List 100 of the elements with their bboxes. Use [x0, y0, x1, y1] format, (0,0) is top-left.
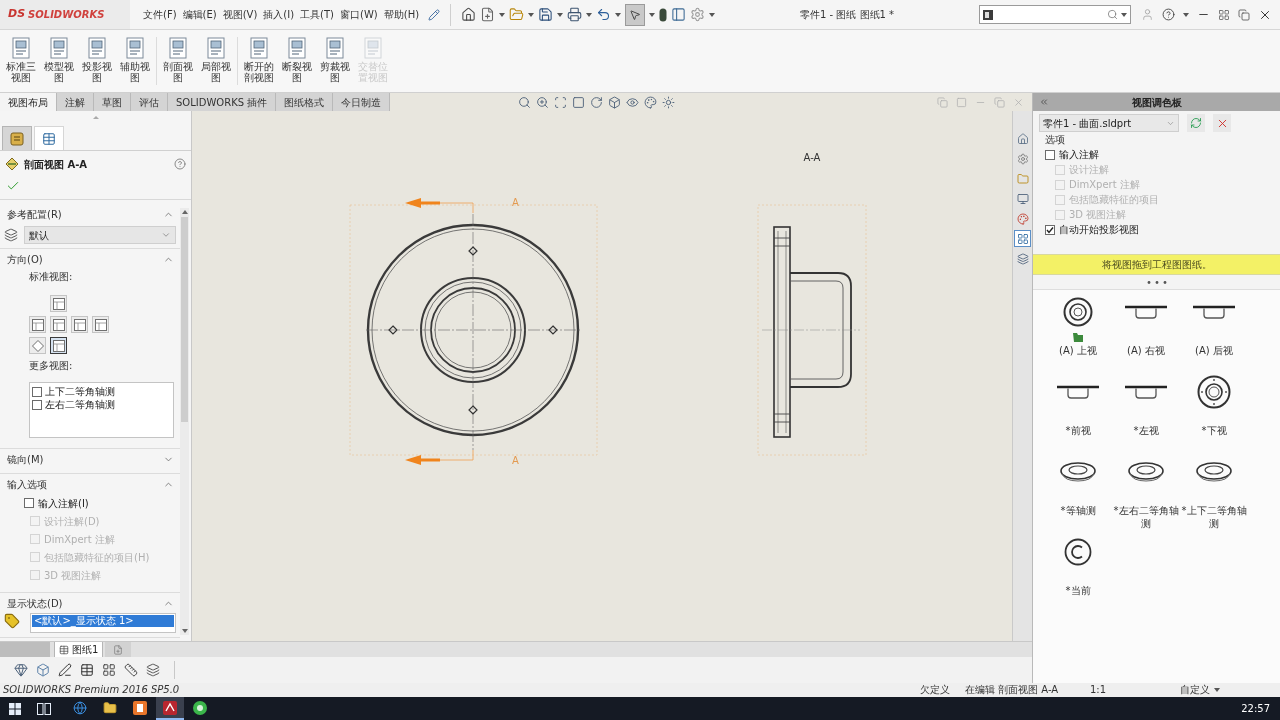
open-ring-thumbnail[interactable]	[1064, 538, 1092, 566]
task-pane-tab[interactable]	[1014, 210, 1031, 227]
menu-item[interactable]: 帮助(H)	[380, 7, 423, 22]
ribbon-tab[interactable]: 视图布局	[0, 93, 57, 111]
ruler-icon[interactable]	[124, 663, 138, 677]
scrollbar[interactable]	[180, 208, 189, 635]
ribbon-button[interactable]: 剪裁视图	[316, 37, 354, 83]
panel-tab[interactable]	[34, 126, 64, 150]
pencil-icon[interactable]	[428, 8, 441, 21]
save-icon[interactable]	[538, 7, 554, 22]
list-item[interactable]: <默认>_显示状态 1>	[32, 615, 174, 627]
restore-icon[interactable]	[1238, 8, 1250, 21]
ribbon-button[interactable]: 局部视图	[197, 37, 235, 83]
caret-icon[interactable]	[1214, 688, 1220, 692]
scrollbar-thumb[interactable]	[181, 217, 188, 422]
gem-icon[interactable]	[14, 663, 28, 677]
flange-side-thumbnail[interactable]	[1057, 385, 1099, 399]
front-view-drawing[interactable]	[365, 213, 581, 451]
close-button[interactable]	[1213, 114, 1231, 132]
caret-icon[interactable]	[557, 12, 564, 17]
flange-iso-thumbnail[interactable]	[1196, 462, 1232, 482]
grid-icon	[1016, 232, 1029, 245]
caret-icon[interactable]	[586, 12, 593, 17]
caret-icon[interactable]	[649, 12, 656, 17]
checkbox[interactable]	[24, 498, 34, 508]
caret-icon[interactable]	[1121, 12, 1127, 17]
search-field[interactable]	[979, 5, 1131, 24]
sheet-tab[interactable]: 图纸1	[54, 642, 104, 657]
scroll-up-icon[interactable]	[181, 210, 188, 214]
units-dropdown[interactable]: 自定义	[1180, 684, 1280, 696]
caret-icon[interactable]	[1183, 12, 1189, 17]
document-tile-icon	[133, 700, 147, 715]
document-dropdown[interactable]: 零件1 - 曲面.sldprt	[1039, 114, 1179, 132]
pointer-icon[interactable]	[629, 8, 642, 21]
caret-icon[interactable]	[709, 12, 716, 17]
menu-item[interactable]: 视图(V)	[219, 7, 261, 22]
caret-icon[interactable]	[615, 12, 622, 17]
new-file-icon[interactable]	[480, 7, 496, 22]
grip-icon[interactable]	[1146, 280, 1167, 284]
checkbox[interactable]	[1045, 149, 1055, 160]
logo-tile[interactable]: DS SOLIDWORKS	[0, 0, 130, 29]
table-icon[interactable]	[80, 663, 94, 677]
cube-icon[interactable]	[36, 663, 50, 677]
task-pane-tab[interactable]	[1014, 230, 1031, 247]
caret-icon[interactable]	[528, 12, 535, 17]
ribbon-button[interactable]: 标准三视图	[2, 37, 40, 83]
pen-icon[interactable]	[58, 663, 72, 677]
check-icon[interactable]	[6, 179, 20, 193]
taskbar-app[interactable]	[156, 697, 184, 720]
home-icon[interactable]	[461, 7, 477, 22]
grid-icon[interactable]	[1218, 8, 1230, 21]
checkbox[interactable]	[32, 399, 42, 410]
flange-iso-thumbnail[interactable]	[1060, 462, 1096, 482]
help-icon[interactable]	[1162, 8, 1175, 21]
ribbon-button[interactable]: 剖面视图	[159, 37, 197, 83]
sun-icon[interactable]	[662, 95, 676, 109]
square-icon[interactable]	[572, 95, 586, 109]
ring-holes-thumbnail[interactable]	[1197, 375, 1231, 409]
panel-tab[interactable]	[2, 126, 32, 150]
ribbon-button[interactable]: 模型视图	[40, 37, 78, 83]
open-folder-icon[interactable]	[509, 7, 525, 22]
task-pane-tab[interactable]	[1014, 250, 1031, 267]
checkbox[interactable]	[32, 386, 42, 397]
flange-side-thumbnail[interactable]	[1193, 305, 1235, 319]
status-text: 在编辑 剖面视图 A-A	[965, 684, 1060, 696]
zoom-in-icon[interactable]	[536, 95, 550, 109]
layers-icon[interactable]	[146, 663, 160, 677]
flange-side-thumbnail[interactable]	[1125, 385, 1167, 399]
rotate-icon[interactable]	[590, 95, 604, 109]
flange-iso-thumbnail[interactable]	[1128, 462, 1164, 482]
configuration-dropdown[interactable]: 默认	[24, 226, 176, 244]
ring-thumbnail[interactable]	[1063, 297, 1093, 327]
capsule-icon[interactable]	[659, 7, 668, 22]
menu-item[interactable]: 文件(F)	[140, 7, 180, 22]
diamond-icon	[5, 157, 19, 171]
scan-icon[interactable]	[554, 95, 568, 109]
ribbon-button[interactable]: 断开的剖视图	[240, 37, 278, 83]
flange-side-thumbnail[interactable]	[1125, 305, 1167, 319]
view-orientation-button[interactable]	[50, 337, 67, 354]
caret-icon[interactable]	[499, 12, 506, 17]
checkbox[interactable]	[1045, 224, 1055, 235]
section-view-drawing[interactable]	[761, 226, 861, 438]
menu-item[interactable]: 插入(I)	[260, 7, 298, 22]
cube-icon[interactable]	[608, 95, 622, 109]
ribbon-button[interactable]: 辅助视图	[116, 37, 154, 83]
palette-icon[interactable]	[644, 95, 658, 109]
select-tool-button[interactable]	[625, 3, 646, 26]
grid-icon[interactable]	[102, 663, 116, 677]
search-icon[interactable]	[518, 95, 532, 109]
undo-icon[interactable]	[596, 7, 612, 22]
menu-item[interactable]: 工具(T)	[297, 7, 338, 22]
section-title: 参考配置(R)	[7, 207, 62, 222]
ribbon-button[interactable]: 投影视图	[78, 37, 116, 83]
menu-item[interactable]: 窗口(W)	[337, 7, 381, 22]
panel-icon[interactable]	[671, 7, 687, 22]
eye-icon[interactable]	[626, 95, 640, 109]
print-icon[interactable]	[567, 7, 583, 22]
ribbon-button[interactable]: 断裂视图	[278, 37, 316, 83]
menu-item[interactable]: 编辑(E)	[179, 7, 220, 22]
scroll-down-icon[interactable]	[181, 629, 188, 633]
